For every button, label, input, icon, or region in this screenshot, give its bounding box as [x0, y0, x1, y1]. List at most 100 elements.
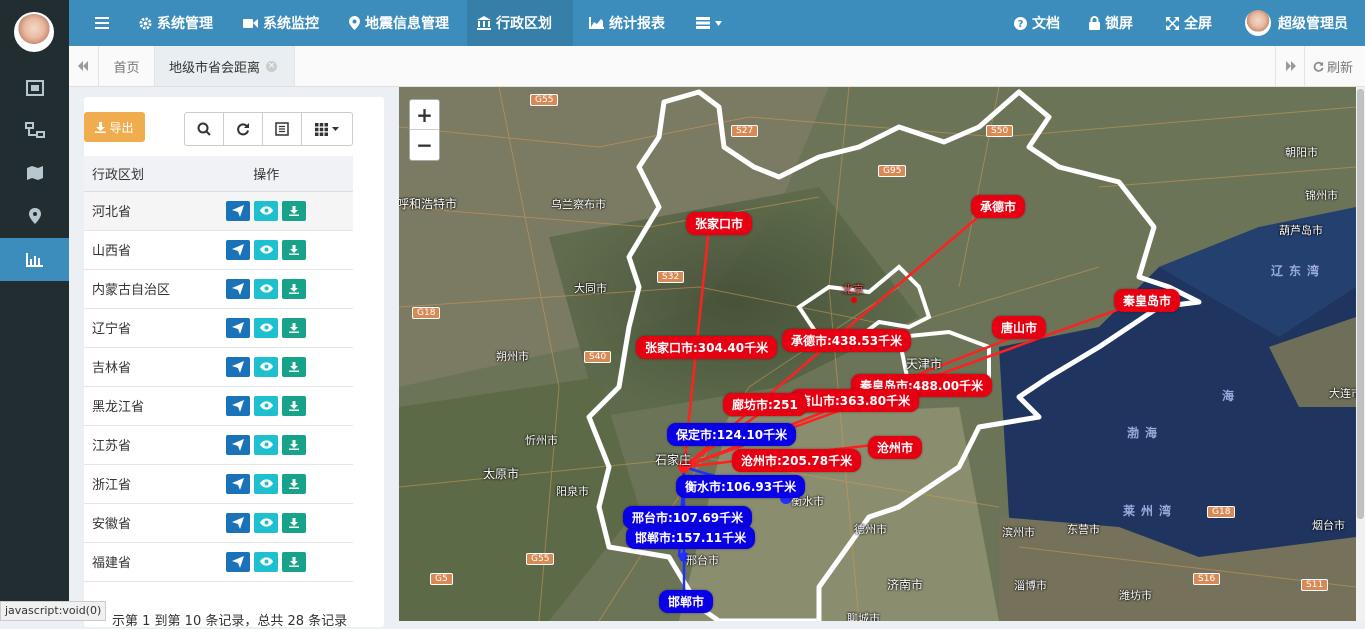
download-button[interactable] [282, 239, 307, 260]
table-row[interactable]: 内蒙古自治区 [84, 269, 353, 309]
sidebar-item-statistics[interactable] [0, 238, 69, 281]
docs-button[interactable]: ? 文档 [1004, 0, 1070, 46]
table-row[interactable]: 黑龙江省 [84, 386, 353, 426]
send-button[interactable] [226, 551, 251, 572]
image-icon [25, 79, 44, 96]
tab-close-icon[interactable]: × [266, 60, 278, 72]
export-button[interactable]: 导出 [84, 112, 145, 142]
download-button[interactable] [282, 434, 307, 455]
table-row[interactable]: 安徽省 [84, 503, 353, 543]
tabs-scroll-right-button[interactable] [1275, 46, 1305, 86]
user-avatar[interactable] [14, 12, 54, 52]
distance-label-tangshan[interactable]: 唐山市:363.80千米 [790, 389, 920, 412]
send-button[interactable] [226, 473, 251, 494]
send-button[interactable] [226, 239, 251, 260]
refresh-button[interactable] [224, 113, 263, 145]
fullscreen-button[interactable]: 全屏 [1156, 0, 1222, 46]
refresh-label: 刷新 [1327, 60, 1354, 76]
download-button[interactable] [282, 551, 307, 572]
table-row[interactable]: 辽宁省 [84, 308, 353, 348]
table-row[interactable]: 福建省 [84, 542, 353, 582]
send-button[interactable] [226, 395, 251, 416]
distance-label-zhangjiakou[interactable]: 张家口市:304.40千米 [636, 336, 778, 359]
nav-earthquake-info[interactable]: 地震信息管理 [339, 0, 459, 46]
sidebar-item-sitemap[interactable] [0, 108, 69, 151]
send-button[interactable] [226, 356, 251, 377]
download-button[interactable] [282, 512, 307, 533]
table-row[interactable]: 河北省 [84, 191, 353, 231]
road-label: S11 [1301, 579, 1329, 591]
sidebar-item-image[interactable] [0, 66, 69, 109]
view-button[interactable] [254, 395, 279, 416]
distance-label-hengshui[interactable]: 衡水市:106.93千米 [676, 475, 806, 498]
download-button[interactable] [282, 356, 307, 377]
columns-dropdown-button[interactable] [302, 113, 352, 145]
road-label: G18 [1207, 506, 1236, 518]
download-button[interactable] [282, 278, 307, 299]
user-menu[interactable]: 超级管理员 [1235, 0, 1358, 46]
nav-admin-division[interactable]: 行政区划 [467, 0, 573, 46]
view-button[interactable] [254, 200, 279, 221]
distance-label-chengde[interactable]: 承德市:438.53千米 [782, 329, 912, 352]
view-button[interactable] [254, 512, 279, 533]
refresh-tab-button[interactable]: 刷新 [1305, 46, 1365, 86]
col-header-region[interactable]: 行政区划 [84, 156, 214, 192]
send-button[interactable] [226, 434, 251, 455]
sidebar-toggle-button[interactable] [85, 0, 119, 46]
sea-label: 莱州湾 [1123, 504, 1178, 518]
view-button[interactable] [254, 278, 279, 299]
tab-home[interactable]: 首页 [99, 46, 155, 86]
scrollbar-thumb[interactable] [1357, 89, 1364, 519]
city-marker-zhangjiakou[interactable]: 张家口市 [686, 212, 753, 235]
send-button[interactable] [226, 278, 251, 299]
city-marker-qinhuangdao[interactable]: 秦皇岛市 [1114, 289, 1181, 312]
view-button[interactable] [254, 317, 279, 338]
city-marker-tangshan[interactable]: 唐山市 [992, 316, 1047, 339]
view-button[interactable] [254, 434, 279, 455]
city-marker-handan[interactable]: 邯郸市 [659, 590, 714, 613]
place-label: 朝阳市 [1285, 146, 1318, 159]
download-button[interactable] [282, 473, 307, 494]
send-button[interactable] [226, 200, 251, 221]
tabs-scroll-left-button[interactable] [69, 46, 99, 86]
send-button[interactable] [226, 512, 251, 533]
view-button[interactable] [254, 356, 279, 377]
nav-statistics-report[interactable]: 统计报表 [579, 0, 675, 46]
distance-label-handan[interactable]: 邯郸市:157.11千米 [626, 526, 756, 549]
zoom-out-button[interactable]: − [410, 130, 439, 160]
row-actions [213, 347, 353, 387]
place-label: 淄博市 [1014, 579, 1047, 592]
table-row[interactable]: 吉林省 [84, 347, 353, 387]
row-actions [213, 503, 353, 543]
send-button[interactable] [226, 317, 251, 338]
table-row[interactable]: 山西省 [84, 230, 353, 270]
sidebar-item-marker[interactable] [0, 194, 69, 237]
page-scrollbar[interactable] [1356, 87, 1365, 621]
nav-system-monitor[interactable]: 系统监控 [233, 0, 329, 46]
lock-screen-button[interactable]: 锁屏 [1079, 0, 1143, 46]
toggle-view-button[interactable] [263, 113, 302, 145]
map-view[interactable]: + − G55 S27 G95 S50 S32 G18 S40 G5 G18 S… [399, 87, 1356, 621]
table-row[interactable]: 江苏省 [84, 425, 353, 465]
view-button[interactable] [254, 473, 279, 494]
sidebar-item-map[interactable] [0, 151, 69, 194]
nav-label: 地震信息管理 [365, 16, 449, 32]
zoom-in-button[interactable]: + [410, 100, 439, 130]
distance-label-cangzhou[interactable]: 沧州市:205.78千米 [732, 449, 862, 472]
city-marker-chengde[interactable]: 承德市 [971, 195, 1026, 218]
nav-system-manage[interactable]: 系统管理 [129, 0, 223, 46]
table-row[interactable]: 浙江省 [84, 464, 353, 504]
download-button[interactable] [282, 317, 307, 338]
distance-label-langfang[interactable]: 廊坊市:251 [723, 393, 807, 416]
sea-label: 辽东湾 [1271, 264, 1326, 278]
view-button[interactable] [254, 551, 279, 572]
city-marker-cangzhou[interactable]: 沧州市 [868, 436, 923, 459]
download-button[interactable] [282, 395, 307, 416]
tab-city-distance[interactable]: 地级市省会距离 × [155, 46, 295, 86]
nav-more-dropdown[interactable] [686, 0, 732, 46]
place-label: 滨州市 [1002, 526, 1035, 539]
distance-label-baoding[interactable]: 保定市:124.10千米 [667, 423, 797, 446]
view-button[interactable] [254, 239, 279, 260]
download-button[interactable] [282, 200, 307, 221]
search-button[interactable] [185, 113, 224, 145]
